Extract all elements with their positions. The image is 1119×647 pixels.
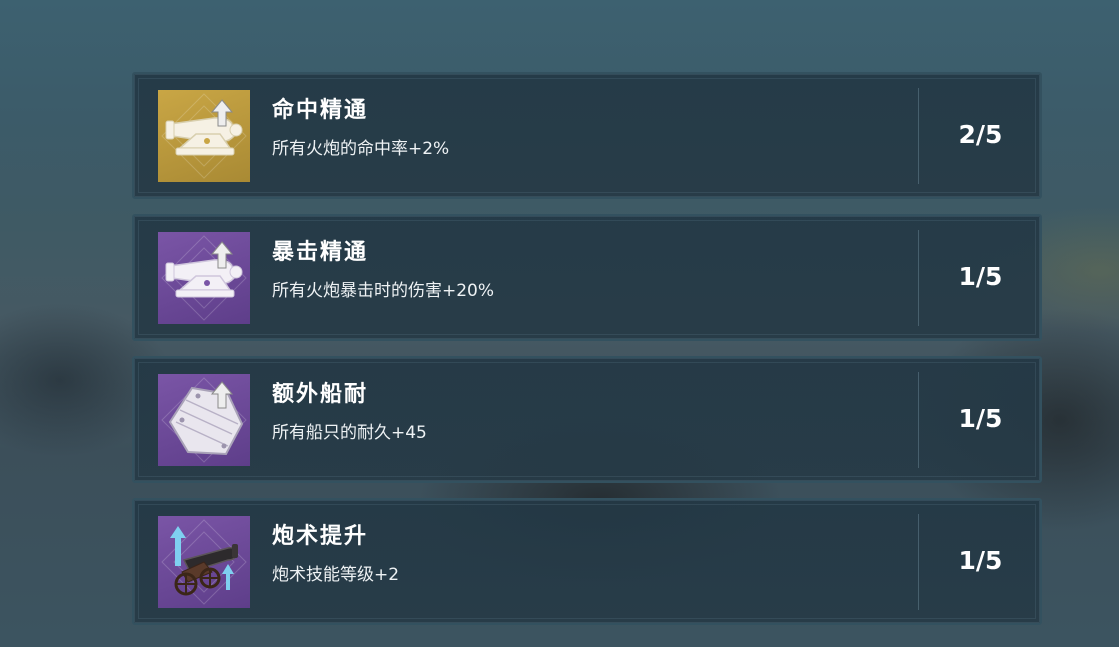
skill-title: 炮术提升 [272,524,369,549]
skill-level: 1/5 [958,546,1003,575]
skill-list: 命中精通 所有火炮的命中率+2% 2/5 暴击精通 所有火炮暴击时的伤害+20%… [132,72,1042,640]
skill-row-accuracy-mastery[interactable]: 命中精通 所有火炮的命中率+2% 2/5 [132,72,1042,199]
hull-plate-upgrade-icon [158,374,250,466]
skill-row-critical-mastery[interactable]: 暴击精通 所有火炮暴击时的伤害+20% 1/5 [132,214,1042,341]
skill-description: 所有火炮的命中率+2% [272,139,450,159]
skill-description: 所有船只的耐久+45 [272,423,427,443]
cannon-upgrade-icon [158,232,250,324]
skill-row-gunnery-boost[interactable]: 炮术提升 炮术技能等级+2 1/5 [132,498,1042,625]
skill-title: 暴击精通 [272,240,369,265]
skill-description: 炮术技能等级+2 [272,565,400,585]
field-cannon-icon [158,516,250,608]
skill-level: 1/5 [958,262,1003,291]
skill-level: 2/5 [958,120,1003,149]
cannon-upgrade-icon [158,90,250,182]
skill-title: 额外船耐 [272,382,369,407]
game-scene-background: 命中精通 所有火炮的命中率+2% 2/5 暴击精通 所有火炮暴击时的伤害+20%… [0,0,1119,647]
skill-row-extra-hull[interactable]: 额外船耐 所有船只的耐久+45 1/5 [132,356,1042,483]
skill-title: 命中精通 [272,98,369,123]
skill-level: 1/5 [958,404,1003,433]
skill-description: 所有火炮暴击时的伤害+20% [272,281,495,301]
